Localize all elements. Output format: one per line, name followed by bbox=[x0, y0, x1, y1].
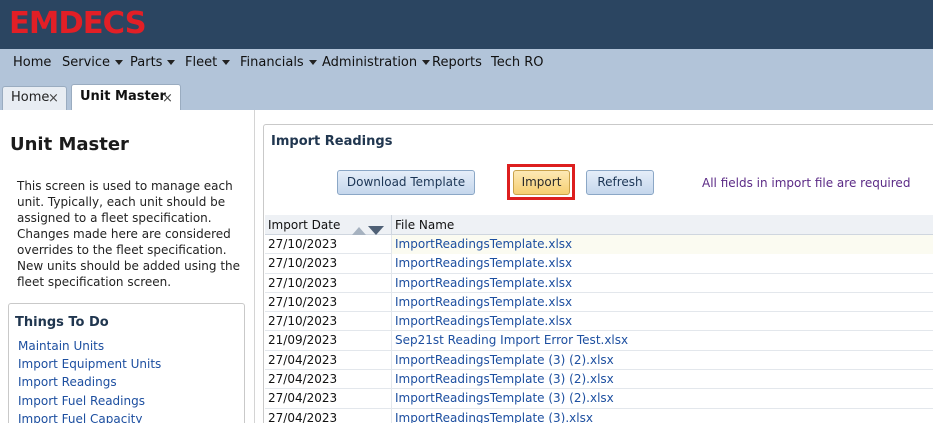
menu-administration[interactable]: Administration bbox=[322, 49, 431, 77]
panel-divider bbox=[254, 110, 255, 423]
menu-service[interactable]: Service bbox=[62, 49, 124, 77]
import-date-cell: 21/09/2023 bbox=[268, 333, 338, 348]
link-import-fuel-capacity[interactable]: Import Fuel Capacity bbox=[18, 412, 142, 423]
tab-home[interactable]: Home × bbox=[2, 86, 67, 110]
menu-tech-ro[interactable]: Tech RO bbox=[491, 49, 544, 77]
page-description: This screen is used to manage each unit.… bbox=[17, 179, 241, 289]
things-to-do-title: Things To Do bbox=[15, 315, 109, 330]
import-date-cell: 27/10/2023 bbox=[268, 256, 338, 271]
sort-descending-icon[interactable] bbox=[368, 226, 384, 235]
panel-title: Import Readings bbox=[271, 134, 393, 149]
menu-tech-ro-label: Tech RO bbox=[491, 55, 544, 70]
import-date-cell: 27/10/2023 bbox=[268, 275, 338, 290]
table-row[interactable]: 27/10/2023 ImportReadingsTemplate.xlsx bbox=[265, 292, 933, 313]
file-name-link[interactable]: ImportReadingsTemplate (3) (2).xlsx bbox=[391, 350, 933, 370]
download-template-button[interactable]: Download Template bbox=[337, 170, 475, 195]
menu-reports-label: Reports bbox=[432, 55, 482, 70]
tab-bar: Home × Unit Master × bbox=[0, 77, 933, 111]
table-row[interactable]: 27/10/2023 ImportReadingsTemplate.xlsx bbox=[265, 254, 933, 274]
import-date-cell: 27/04/2023 bbox=[268, 372, 338, 387]
import-date-cell: 27/04/2023 bbox=[268, 352, 338, 367]
emdecs-logo[interactable]: EMDECS bbox=[9, 7, 147, 41]
menu-parts-label: Parts bbox=[130, 55, 163, 70]
menu-financials[interactable]: Financials bbox=[240, 49, 317, 77]
file-name-link[interactable]: ImportReadingsTemplate (3).xlsx bbox=[391, 408, 933, 423]
import-button[interactable]: Import bbox=[513, 170, 570, 195]
import-readings-panel: Import Readings Download Template Import… bbox=[263, 124, 933, 423]
link-maintain-units[interactable]: Maintain Units bbox=[18, 339, 104, 353]
menu-reports[interactable]: Reports bbox=[432, 49, 482, 77]
tab-unit-master[interactable]: Unit Master × bbox=[71, 84, 181, 111]
file-name-link[interactable]: ImportReadingsTemplate.xlsx bbox=[391, 235, 933, 254]
import-date-cell: 27/10/2023 bbox=[268, 294, 338, 309]
top-header: EMDECS bbox=[0, 0, 933, 49]
readings-table-body: 27/10/2023 ImportReadingsTemplate.xlsx 27… bbox=[265, 235, 933, 423]
link-import-equipment-units[interactable]: Import Equipment Units bbox=[18, 357, 161, 371]
menu-home-label: Home bbox=[13, 55, 52, 70]
import-date-cell: 27/04/2023 bbox=[268, 391, 338, 406]
column-header-import-date[interactable]: Import Date bbox=[268, 215, 340, 235]
app-window: EMDECS Home Service Parts Fleet Financia… bbox=[0, 0, 933, 423]
file-name-link[interactable]: ImportReadingsTemplate (3) (2).xlsx bbox=[391, 389, 933, 409]
table-row[interactable]: 27/10/2023 ImportReadingsTemplate.xlsx bbox=[265, 235, 933, 255]
chevron-down-icon bbox=[222, 60, 231, 65]
file-name-link[interactable]: ImportReadingsTemplate.xlsx bbox=[391, 312, 933, 332]
table-row[interactable]: 27/04/2023 ImportReadingsTemplate (3) (2)… bbox=[265, 389, 933, 409]
file-name-link[interactable]: ImportReadingsTemplate.xlsx bbox=[391, 292, 933, 312]
table-row[interactable]: 27/10/2023 ImportReadingsTemplate.xlsx bbox=[265, 273, 933, 293]
import-date-cell: 27/04/2023 bbox=[268, 410, 338, 423]
table-row[interactable]: 27/04/2023 ImportReadingsTemplate (3) (2)… bbox=[265, 350, 933, 371]
menu-fleet-label: Fleet bbox=[185, 55, 218, 70]
table-row[interactable]: 27/04/2023 ImportReadingsTemplate (3) (2)… bbox=[265, 370, 933, 390]
table-row[interactable]: 27/04/2023 ImportReadingsTemplate (3).xls… bbox=[265, 408, 933, 423]
table-header: Import Date File Name bbox=[265, 215, 933, 235]
menu-fleet[interactable]: Fleet bbox=[185, 49, 231, 77]
chevron-down-icon bbox=[422, 60, 431, 65]
close-icon[interactable]: × bbox=[48, 88, 59, 110]
table-row[interactable]: 21/09/2023 Sep21st Reading Import Error T… bbox=[265, 331, 933, 351]
import-date-cell: 27/10/2023 bbox=[268, 314, 338, 329]
column-header-file-name[interactable]: File Name bbox=[395, 215, 454, 235]
close-icon[interactable]: × bbox=[162, 87, 173, 111]
import-date-cell: 27/10/2023 bbox=[268, 237, 338, 251]
tab-unit-master-label: Unit Master bbox=[80, 89, 166, 104]
menu-parts[interactable]: Parts bbox=[130, 49, 176, 77]
chevron-down-icon bbox=[115, 60, 124, 65]
table-row[interactable]: 27/10/2023 ImportReadingsTemplate.xlsx bbox=[265, 312, 933, 332]
link-import-fuel-readings[interactable]: Import Fuel Readings bbox=[18, 394, 145, 408]
page-title: Unit Master bbox=[10, 134, 129, 155]
file-name-link[interactable]: ImportReadingsTemplate (3) (2).xlsx bbox=[391, 370, 933, 390]
file-name-link[interactable]: ImportReadingsTemplate.xlsx bbox=[391, 273, 933, 293]
chevron-down-icon bbox=[308, 60, 317, 65]
things-to-do-box: Things To Do Maintain Units Import Equip… bbox=[8, 303, 245, 423]
menu-financials-label: Financials bbox=[240, 55, 304, 70]
link-import-readings[interactable]: Import Readings bbox=[18, 375, 117, 389]
column-separator bbox=[391, 215, 392, 235]
sort-ascending-icon[interactable] bbox=[352, 227, 366, 235]
content-area: Unit Master This screen is used to manag… bbox=[0, 110, 933, 423]
tab-home-label: Home bbox=[11, 90, 50, 105]
menu-administration-label: Administration bbox=[322, 55, 418, 70]
chevron-down-icon bbox=[167, 60, 176, 65]
main-menu-bar: Home Service Parts Fleet Financials Admi… bbox=[0, 49, 933, 77]
menu-service-label: Service bbox=[62, 55, 111, 70]
file-name-link[interactable]: ImportReadingsTemplate.xlsx bbox=[391, 254, 933, 274]
file-name-link[interactable]: Sep21st Reading Import Error Test.xlsx bbox=[391, 331, 933, 351]
required-fields-note: All fields in import file are required bbox=[702, 176, 911, 190]
refresh-button[interactable]: Refresh bbox=[586, 170, 654, 195]
menu-home[interactable]: Home bbox=[13, 49, 51, 77]
